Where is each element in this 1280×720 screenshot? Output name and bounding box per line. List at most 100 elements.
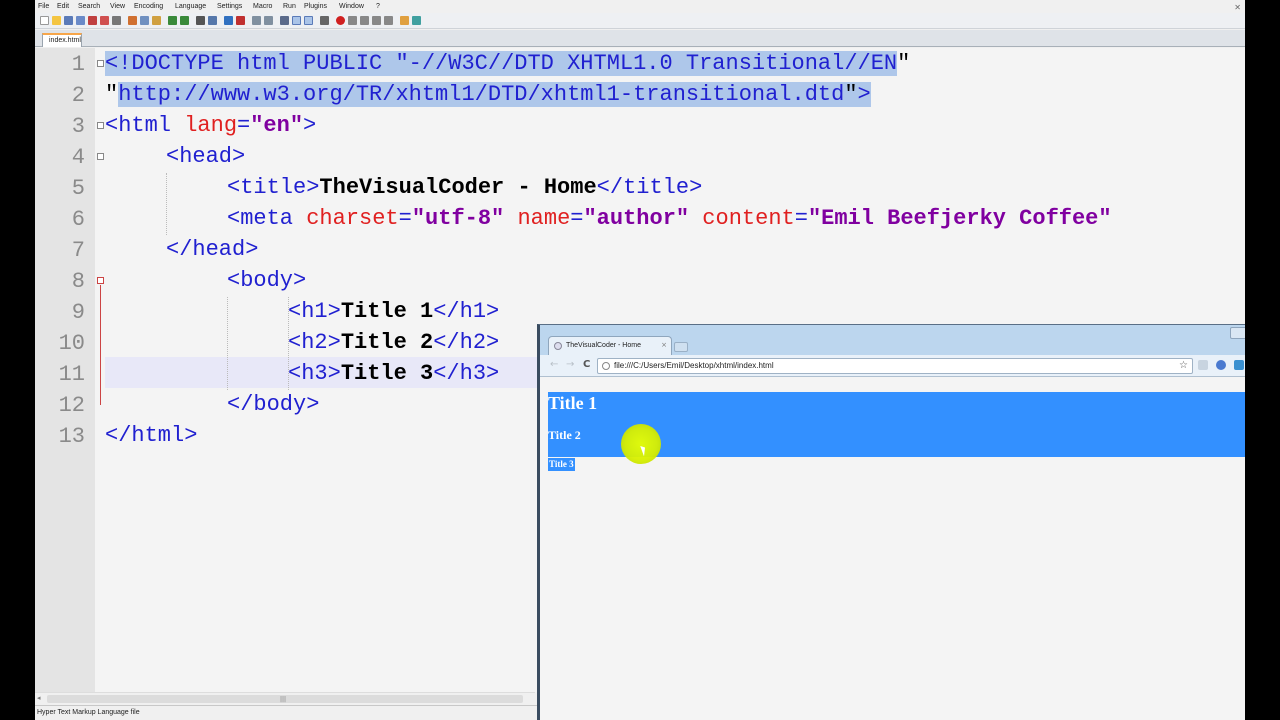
browser-title-bar: TheVisualCoder - Home ×	[540, 325, 1245, 355]
code-line-9: <h1>Title 1</h1>	[288, 299, 500, 324]
code-line-7: </head>	[166, 237, 259, 262]
close-file-icon[interactable]	[88, 16, 97, 25]
back-icon[interactable]: ←	[550, 359, 558, 370]
fold-toggle-icon[interactable]	[97, 277, 104, 284]
new-file-icon[interactable]	[40, 16, 49, 25]
save-icon[interactable]	[64, 16, 73, 25]
play-multiple-icon[interactable]	[372, 16, 381, 25]
menu-help[interactable]: ?	[376, 3, 380, 10]
browser-tab[interactable]: TheVisualCoder - Home ×	[548, 336, 672, 355]
zoom-in-icon[interactable]	[224, 16, 233, 25]
tab-close-icon[interactable]: ×	[661, 341, 667, 349]
code-line-2: "http://www.w3.org/TR/xhtml1/DTD/xhtml1-…	[105, 82, 871, 107]
code-line-4: <head>	[166, 144, 246, 169]
code-line-8: <body>	[227, 268, 307, 293]
scroll-left-icon[interactable]: ◂	[37, 694, 41, 702]
window-control-button[interactable]	[1230, 327, 1245, 339]
sync-scroll-icon[interactable]	[252, 16, 261, 25]
fold-toggle-icon[interactable]	[97, 153, 104, 160]
code-line-1: <!DOCTYPE html PUBLIC "-//W3C//DTD XHTML…	[105, 51, 911, 76]
indent-guide	[227, 297, 228, 390]
menu-view[interactable]: View	[110, 3, 125, 10]
indent-guide-icon[interactable]	[304, 16, 313, 25]
show-all-chars-icon[interactable]	[292, 16, 301, 25]
bookmark-star-icon[interactable]: ☆	[1179, 360, 1188, 371]
screen: File Edit Search View Encoding Language …	[0, 0, 1280, 720]
language-icon[interactable]	[320, 16, 329, 25]
fold-toggle-icon[interactable]	[97, 122, 104, 129]
line-number: 12	[58, 393, 85, 418]
page-heading-3: Title 3	[548, 458, 575, 471]
menu-language[interactable]: Language	[175, 3, 206, 10]
code-line-11: <h3>Title 3</h3>	[288, 361, 500, 386]
menu-search[interactable]: Search	[78, 3, 100, 10]
address-bar[interactable]: file:///C:/Users/Emil/Desktop/xhtml/inde…	[597, 358, 1193, 374]
page-favicon-icon	[554, 342, 562, 350]
open-file-icon[interactable]	[52, 16, 61, 25]
menu-encoding[interactable]: Encoding	[134, 3, 163, 10]
code-line-12: </body>	[227, 392, 320, 417]
sync-scroll-h-icon[interactable]	[264, 16, 273, 25]
menu-plugins[interactable]: Plugins	[304, 3, 327, 10]
new-tab-button[interactable]	[674, 342, 688, 352]
page-heading-2: Title 2	[548, 428, 581, 442]
fold-toggle-icon[interactable]	[97, 60, 104, 67]
code-line-6: <meta charset="utf-8" name="author" cont…	[227, 206, 1112, 231]
zoom-out-icon[interactable]	[236, 16, 245, 25]
menu-macro[interactable]: Macro	[253, 3, 272, 10]
reload-icon[interactable]: C	[583, 359, 590, 370]
cut-icon[interactable]	[128, 16, 137, 25]
tab-index-html[interactable]: index.html	[42, 33, 82, 47]
find-icon[interactable]	[196, 16, 205, 25]
page-info-icon[interactable]	[602, 362, 610, 370]
browser-toolbar: ← → C file:///C:/Users/Emil/Desktop/xhtm…	[540, 355, 1245, 377]
redo-icon[interactable]	[180, 16, 189, 25]
copy-icon[interactable]	[140, 16, 149, 25]
line-number: 6	[71, 207, 85, 232]
wrap-icon[interactable]	[280, 16, 289, 25]
plugin-icon[interactable]	[412, 16, 421, 25]
forward-icon[interactable]: →	[566, 359, 574, 370]
indent-guide	[166, 173, 167, 235]
extension-icon[interactable]	[1234, 360, 1244, 370]
save-all-icon[interactable]	[76, 16, 85, 25]
menu-file[interactable]: File	[38, 3, 49, 10]
line-number: 9	[71, 300, 85, 325]
extension-eye-icon[interactable]	[1216, 360, 1226, 370]
print-icon[interactable]	[112, 16, 121, 25]
document-tab-bar: index.html	[35, 30, 1245, 47]
line-number: 10	[58, 331, 85, 356]
line-number: 8	[71, 269, 85, 294]
code-line-13: </html>	[105, 423, 198, 448]
fold-range-line	[100, 285, 101, 405]
line-number: 3	[71, 114, 85, 139]
menu-window[interactable]: Window	[339, 3, 364, 10]
replace-icon[interactable]	[208, 16, 217, 25]
code-line-5: <title>TheVisualCoder - Home</title>	[227, 175, 703, 200]
line-number: 7	[71, 238, 85, 263]
line-number: 11	[58, 362, 85, 387]
scroll-grip-icon: |||	[280, 696, 287, 703]
browser-tab-title: TheVisualCoder - Home	[566, 342, 641, 349]
toolbar	[35, 13, 1245, 29]
menu-run[interactable]: Run	[283, 3, 296, 10]
address-url: file:///C:/Users/Emil/Desktop/xhtml/inde…	[614, 361, 774, 370]
code-line-3: <html lang="en">	[105, 113, 317, 138]
line-number: 4	[71, 145, 85, 170]
record-macro-icon[interactable]	[336, 16, 345, 25]
close-all-icon[interactable]	[100, 16, 109, 25]
menu-settings[interactable]: Settings	[217, 3, 242, 10]
save-macro-icon[interactable]	[384, 16, 393, 25]
extension-icon[interactable]	[1198, 360, 1208, 370]
paste-icon[interactable]	[152, 16, 161, 25]
undo-icon[interactable]	[168, 16, 177, 25]
horizontal-scrollbar[interactable]: ◂ |||	[35, 692, 535, 704]
play-macro-icon[interactable]	[360, 16, 369, 25]
page-heading-1: Title 1	[548, 393, 598, 413]
line-number: 5	[71, 176, 85, 201]
menu-bar: File Edit Search View Encoding Language …	[35, 0, 1245, 13]
stop-macro-icon[interactable]	[348, 16, 357, 25]
run-icon[interactable]	[400, 16, 409, 25]
close-icon[interactable]: ✕	[1234, 3, 1241, 12]
menu-edit[interactable]: Edit	[57, 3, 69, 10]
